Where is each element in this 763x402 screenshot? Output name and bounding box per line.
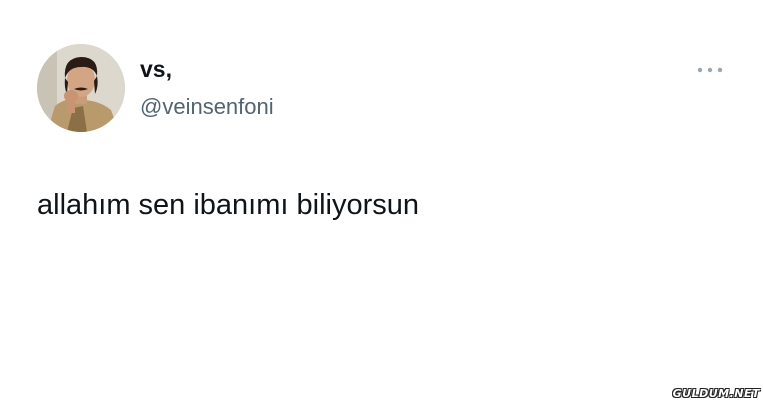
display-name[interactable]: vs, [140,58,172,81]
user-handle[interactable]: @veinsenfoni [140,96,274,118]
avatar[interactable] [37,44,125,132]
avatar-photo [37,44,125,132]
tweet-card: vs, @veinsenfoni allahım sen ibanımı bil… [0,0,763,402]
tweet-text: allahım sen ibanımı biliyorsun [37,189,420,221]
watermark-logo: GULDUM.NET [672,387,760,400]
more-horizontal-icon[interactable] [696,66,724,74]
